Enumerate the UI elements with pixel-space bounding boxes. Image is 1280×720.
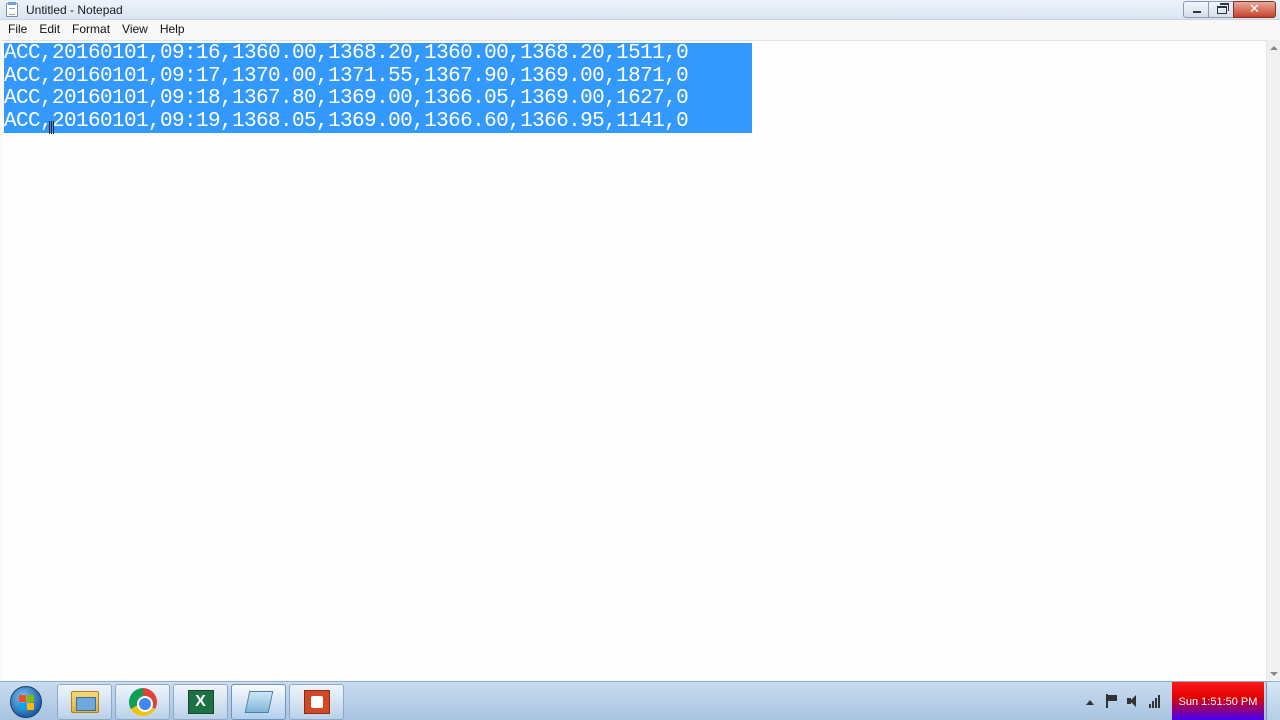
start-button[interactable] — [4, 684, 48, 720]
window-controls: ✕ — [1183, 1, 1276, 18]
restore-button[interactable] — [1208, 1, 1234, 18]
window-title: Untitled - Notepad — [26, 3, 123, 17]
menu-bar: File Edit Format View Help — [0, 20, 1280, 39]
system-tray — [1072, 682, 1172, 720]
chrome-icon — [128, 688, 157, 716]
selected-text-block[interactable]: ACC,20160101,09:16,1360.00,1368.20,1360.… — [4, 42, 752, 133]
text-line[interactable]: ACC,20160101,09:19,1368.05,1369.00,1366.… — [4, 110, 752, 133]
volume-icon[interactable] — [1126, 694, 1142, 710]
show-hidden-icons-button[interactable] — [1082, 694, 1098, 710]
menu-view[interactable]: View — [116, 20, 154, 39]
action-center-flag-icon[interactable] — [1104, 693, 1120, 710]
taskbar: X Sun 1:51:50 PM — [0, 681, 1280, 720]
taskbar-clock[interactable]: Sun 1:51:50 PM — [1172, 682, 1264, 720]
restore-icon — [1217, 3, 1229, 14]
windows-explorer-icon — [70, 691, 99, 713]
text-editor[interactable]: ACC,20160101,09:16,1360.00,1368.20,1360.… — [2, 40, 1266, 680]
taskbar-chrome-button[interactable] — [115, 684, 170, 720]
menu-help[interactable]: Help — [154, 20, 191, 39]
text-line[interactable]: ACC,20160101,09:18,1367.80,1369.00,1366.… — [4, 87, 752, 111]
network-signal-icon[interactable] — [1148, 694, 1164, 710]
powerpoint-icon — [303, 690, 330, 714]
windows-start-orb-icon — [10, 686, 42, 718]
excel-icon: X — [187, 690, 214, 714]
chevron-up-icon — [1086, 699, 1094, 705]
close-icon: ✕ — [1249, 1, 1260, 16]
menu-edit[interactable]: Edit — [33, 20, 66, 39]
text-line[interactable]: ACC,20160101,09:16,1360.00,1368.20,1360.… — [4, 42, 752, 66]
taskbar-powerpoint-button[interactable] — [289, 684, 344, 720]
text-line[interactable]: ACC,20160101,09:17,1370.00,1371.55,1367.… — [4, 65, 752, 88]
title-bar[interactable]: Untitled - Notepad ✕ — [0, 0, 1280, 20]
minimize-icon — [1193, 11, 1201, 13]
scroll-up-arrow-icon[interactable] — [1270, 46, 1278, 50]
notepad-app-icon[interactable] — [6, 2, 18, 17]
taskbar-notepad-button[interactable] — [231, 684, 286, 720]
close-button[interactable]: ✕ — [1233, 1, 1276, 18]
vertical-scrollbar[interactable] — [1266, 40, 1280, 680]
taskbar-explorer-button[interactable] — [57, 684, 112, 720]
minimize-button[interactable] — [1183, 1, 1209, 18]
menu-format[interactable]: Format — [66, 20, 116, 39]
notepad-icon — [244, 691, 273, 713]
ibeam-cursor-icon — [49, 121, 54, 134]
menu-file[interactable]: File — [2, 20, 33, 39]
taskbar-excel-button[interactable]: X — [173, 684, 228, 720]
scroll-down-arrow-icon[interactable] — [1270, 672, 1278, 676]
show-desktop-button[interactable] — [1266, 682, 1280, 720]
